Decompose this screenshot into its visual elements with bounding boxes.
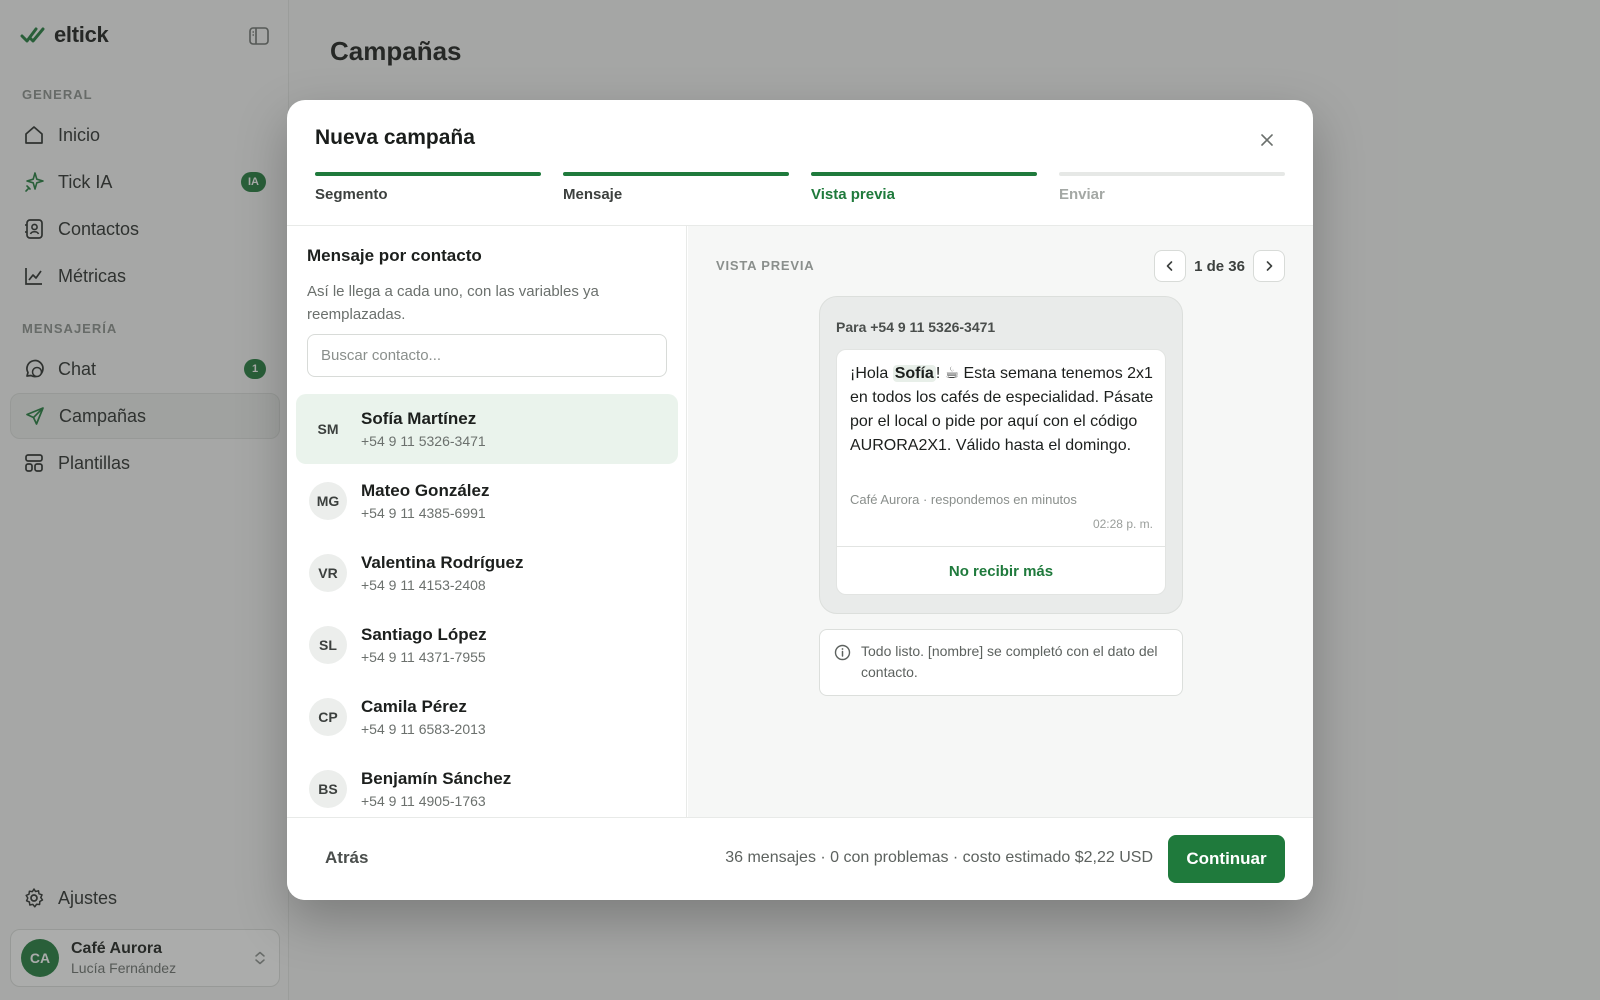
contact-item[interactable]: VR Valentina Rodríguez +54 9 11 4153-240…: [296, 538, 678, 608]
panel-title: Mensaje por contacto: [307, 246, 482, 265]
pager-text: 1 de 36: [1194, 257, 1245, 275]
search-contact-input[interactable]: [307, 334, 667, 377]
modal-footer: Atrás 36 mensajes · 0 con problemas · co…: [287, 817, 1313, 900]
avatar: MG: [309, 482, 347, 520]
step-segmento[interactable]: Segmento: [315, 172, 541, 203]
step-vista-previa[interactable]: Vista previa: [811, 172, 1037, 203]
panel-subtitle: Así le llega a cada uno, con las variabl…: [307, 283, 599, 323]
step-label: Segmento: [315, 186, 388, 203]
contact-panel: Mensaje por contacto Así le llega a cada…: [287, 226, 687, 817]
recipient-line: Para +54 9 11 5326-3471: [836, 319, 996, 335]
contact-name: Santiago López: [361, 625, 487, 644]
step-label: Enviar: [1059, 186, 1105, 203]
validation-info: Todo listo. [nombre] se completó con el …: [819, 629, 1183, 696]
close-icon[interactable]: [1257, 130, 1277, 150]
avatar: CP: [309, 698, 347, 736]
step-label: Mensaje: [563, 186, 623, 203]
next-button[interactable]: [1253, 250, 1285, 282]
info-text: Todo listo. [nombre] se completó con el …: [861, 643, 1158, 680]
modal-title: Nueva campaña: [315, 126, 475, 149]
contact-phone: +54 9 11 6583-2013: [361, 721, 486, 737]
contact-name: Benjamín Sánchez: [361, 769, 512, 788]
step-bar: [1059, 172, 1285, 176]
avatar: VR: [309, 554, 347, 592]
message-text: ¡Hola Sofía! ☕ Esta semana tenemos 2x1 e…: [850, 362, 1156, 458]
step-bar: [315, 172, 541, 176]
message-time: 02:28 p. m.: [1092, 517, 1153, 531]
avatar: BS: [309, 770, 347, 808]
contact-item[interactable]: MG Mateo González +54 9 11 4385-6991: [296, 466, 678, 536]
message-preview: Para +54 9 11 5326-3471 ¡Hola Sofía! ☕ E…: [819, 296, 1183, 614]
message-bubble: ¡Hola Sofía! ☕ Esta semana tenemos 2x1 e…: [836, 349, 1166, 595]
back-button[interactable]: Atrás: [325, 848, 368, 868]
chevron-left-icon: [1166, 261, 1173, 271]
variable-chip: Sofía: [892, 365, 936, 382]
preview-pager: 1 de 36: [1154, 250, 1285, 282]
message-prefix: ¡Hola: [850, 365, 893, 382]
send-summary: 36 mensajes · 0 con problemas · costo es…: [725, 849, 1153, 866]
step-label: Vista previa: [811, 186, 895, 203]
message-footer: Café Aurora · respondemos en minutos: [850, 492, 1077, 507]
unsubscribe-button[interactable]: No recibir más: [837, 546, 1165, 594]
chevron-right-icon: [1266, 261, 1273, 271]
contact-phone: +54 9 11 5326-3471: [361, 433, 486, 449]
preview-label: VISTA PREVIA: [716, 258, 815, 273]
step-mensaje[interactable]: Mensaje: [563, 172, 789, 203]
contact-item[interactable]: CP Camila Pérez +54 9 11 6583-2013: [296, 682, 678, 752]
continue-button[interactable]: Continuar: [1168, 835, 1285, 883]
contact-item[interactable]: SL Santiago López +54 9 11 4371-7955: [296, 610, 678, 680]
contact-list: SM Sofía Martínez +54 9 11 5326-3471 MG …: [296, 394, 678, 817]
contact-item[interactable]: BS Benjamín Sánchez +54 9 11 4905-1763: [296, 754, 678, 817]
step-enviar: Enviar: [1059, 172, 1285, 203]
contact-item[interactable]: SM Sofía Martínez +54 9 11 5326-3471: [296, 394, 678, 464]
new-campaign-modal: Nueva campaña Segmento Mensaje Vista pre…: [287, 100, 1313, 900]
avatar: SM: [317, 421, 339, 437]
step-bar: [811, 172, 1037, 176]
prev-button[interactable]: [1154, 250, 1187, 282]
contact-phone: +54 9 11 4905-1763: [361, 793, 486, 809]
info-icon: [834, 644, 851, 666]
contact-name: Valentina Rodríguez: [361, 553, 524, 572]
preview-panel: VISTA PREVIA 1 de 36 Para +54 9 11 5326-…: [688, 226, 1313, 817]
step-bar: [563, 172, 789, 176]
stepper: Segmento Mensaje Vista previa Enviar: [315, 172, 1285, 203]
avatar: SL: [309, 626, 347, 664]
contact-phone: +54 9 11 4371-7955: [361, 649, 486, 665]
contact-phone: +54 9 11 4153-2408: [361, 577, 486, 593]
contact-name: Sofía Martínez: [361, 409, 477, 428]
contact-phone: +54 9 11 4385-6991: [361, 505, 486, 521]
contact-name: Camila Pérez: [361, 697, 467, 716]
contact-name: Mateo González: [361, 481, 490, 500]
